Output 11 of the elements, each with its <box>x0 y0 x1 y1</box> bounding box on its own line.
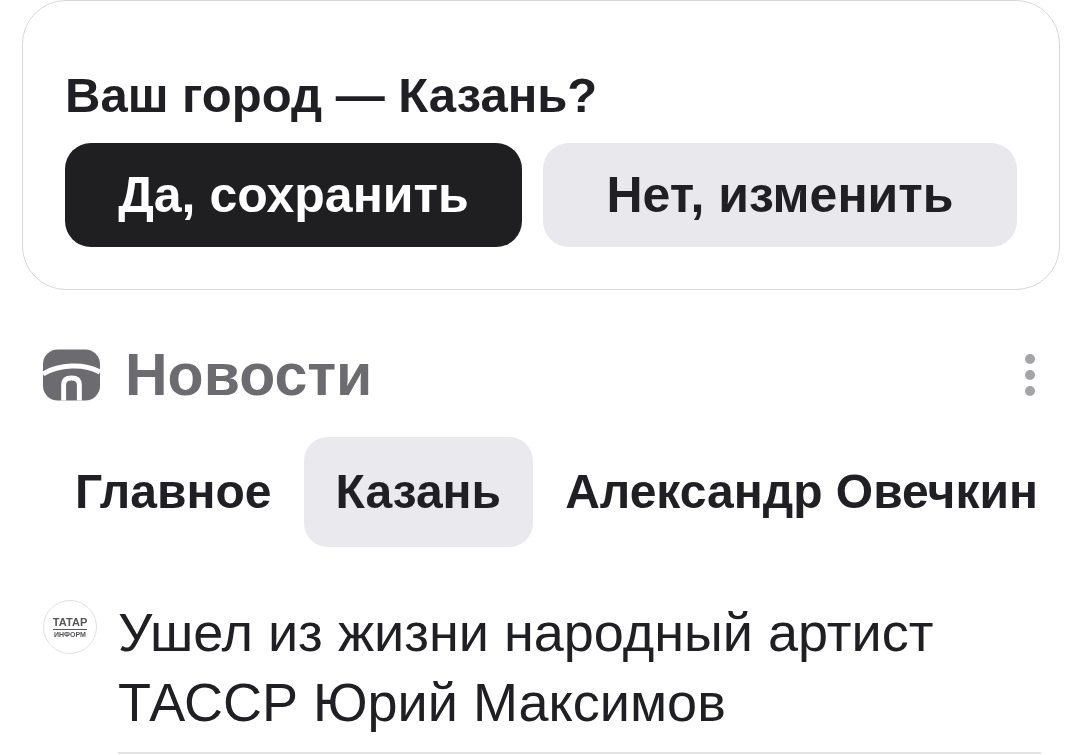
city-prompt-title: Ваш город — Казань? <box>65 67 599 123</box>
source-logo-text: ТАТАР <box>52 616 88 630</box>
news-tab[interactable]: Главное <box>43 437 304 547</box>
confirm-button[interactable]: Да, сохранить <box>65 143 522 247</box>
section-title: Новости <box>125 340 373 410</box>
news-logo-icon <box>43 349 100 401</box>
news-headline-link[interactable]: Ушел из жизни народный артист ТАССР Юрий Максимов <box>118 597 1018 737</box>
change-button[interactable]: Нет, изменить <box>543 143 1017 247</box>
news-tab[interactable]: Александр Овечкин <box>533 437 1070 547</box>
kebab-menu-icon <box>1024 353 1036 397</box>
news-tab[interactable]: Казань <box>303 437 534 547</box>
